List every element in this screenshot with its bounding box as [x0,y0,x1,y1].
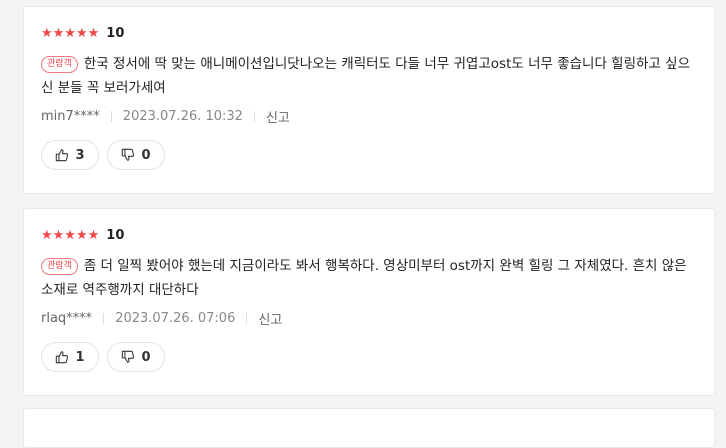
viewer-badge: 관람객 [41,56,78,73]
dislike-count: 0 [141,147,151,163]
divider [110,110,112,122]
review-card: ★★★★★ 10 관람객 좀 더 일찍 봤어야 했는데 지금이라도 봐서 행복하다… [23,208,715,396]
divider [103,312,105,324]
star-rating-icons: ★★★★★ [41,26,100,41]
review-text: 한국 정서에 딱 맞는 애니메이션입니닷나오는 캐릭터도 다들 너무 귀엽고os… [41,56,690,96]
review-body: 관람객 좀 더 일찍 봤어야 했는데 지금이라도 봐서 행복하다. 영상미부터 o… [41,254,701,302]
divider [253,110,255,122]
thumbs-up-icon [56,149,69,162]
divider [246,312,248,324]
thumbs-down-icon [122,350,135,363]
viewer-badge: 관람객 [41,258,78,275]
rating-score: 10 [106,228,125,243]
vote-buttons: 3 0 [41,140,173,170]
reviewer-id: rlaq**** [41,310,93,326]
dislike-button[interactable]: 0 [107,140,165,170]
report-button[interactable]: 신고 [258,309,282,328]
like-count: 3 [75,147,85,163]
report-button[interactable]: 신고 [266,107,290,126]
thumbs-down-icon [122,148,135,161]
review-text: 좀 더 일찍 봤어야 했는데 지금이라도 봐서 행복하다. 영상미부터 ost까… [41,258,687,298]
rating: ★★★★★ 10 [41,227,124,245]
like-button[interactable]: 1 [41,342,99,372]
reviewer-id: min7**** [41,108,100,124]
review-date: 2023.07.26. 07:06 [115,310,236,326]
review-meta: rlaq**** 2023.07.26. 07:06 신고 [41,308,282,328]
vote-buttons: 1 0 [41,342,173,372]
review-card: ★★★★★ 10 관람객 한국 정서에 딱 맞는 애니메이션입니닷나오는 캐릭터도… [23,6,715,194]
thumbs-up-icon [56,351,69,364]
like-count: 1 [75,349,85,365]
dislike-count: 0 [141,349,151,365]
review-date: 2023.07.26. 10:32 [122,108,243,124]
dislike-button[interactable]: 0 [107,342,165,372]
rating: ★★★★★ 10 [41,25,124,43]
like-button[interactable]: 3 [41,140,99,170]
rating-score: 10 [106,26,125,41]
review-meta: min7**** 2023.07.26. 10:32 신고 [41,106,290,126]
review-card-partial [23,408,715,448]
star-rating-icons: ★★★★★ [41,228,100,243]
review-body: 관람객 한국 정서에 딱 맞는 애니메이션입니닷나오는 캐릭터도 다들 너무 귀엽… [41,52,701,100]
